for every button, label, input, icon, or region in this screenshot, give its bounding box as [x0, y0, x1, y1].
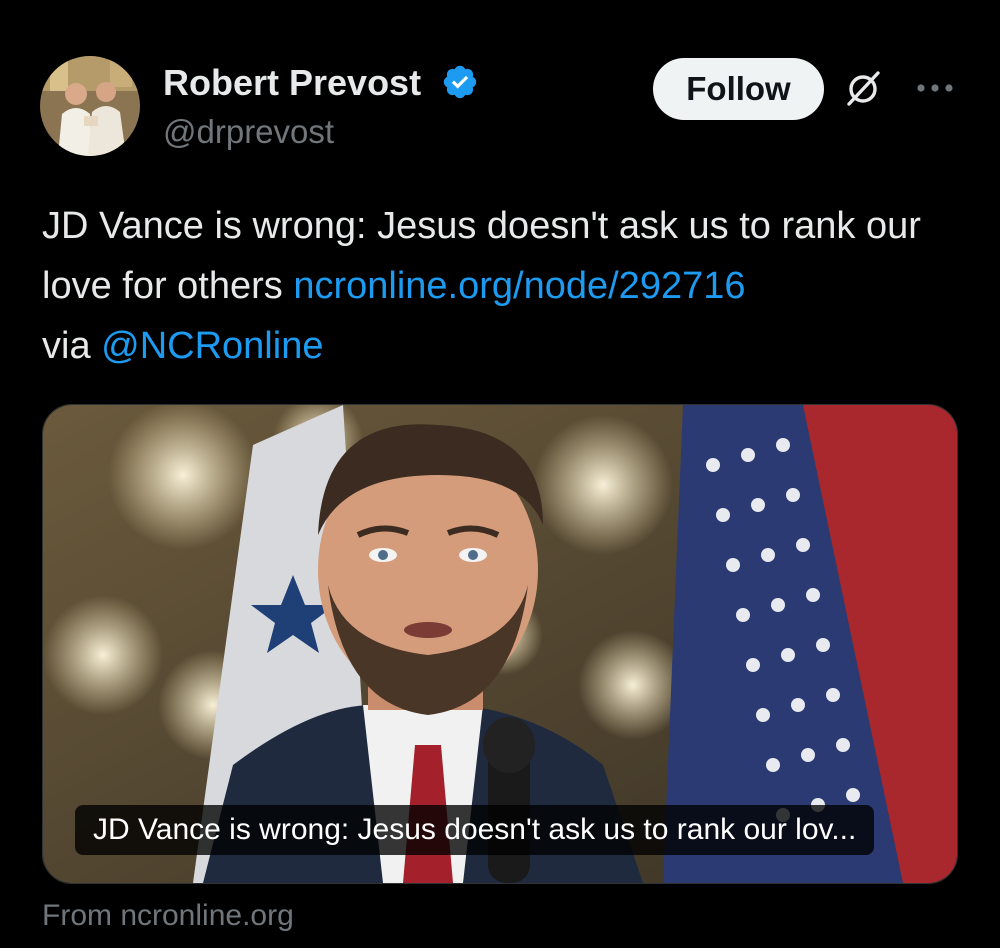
tweet-text: JD Vance is wrong: Jesus doesn't ask us … [42, 196, 972, 376]
author-handle[interactable]: @drprevost [163, 112, 334, 152]
more-options-icon[interactable] [913, 76, 957, 100]
card-title: JD Vance is wrong: Jesus doesn't ask us … [75, 805, 875, 855]
mention-link[interactable]: @NCRonline [101, 325, 323, 367]
tweet-text-via: via [42, 325, 102, 367]
follow-button[interactable]: Follow [653, 58, 824, 120]
link-preview-card[interactable]: JD Vance is wrong: Jesus doesn't ask us … [42, 404, 958, 884]
avatar-photo [40, 56, 140, 156]
avatar[interactable] [40, 56, 140, 156]
article-link[interactable]: ncronline.org/node/292716 [293, 265, 745, 307]
grok-icon[interactable] [840, 66, 886, 112]
verified-badge-icon [443, 65, 477, 99]
author-display-name[interactable]: Robert Prevost [163, 62, 421, 104]
card-source[interactable]: From ncronline.org [42, 896, 294, 936]
